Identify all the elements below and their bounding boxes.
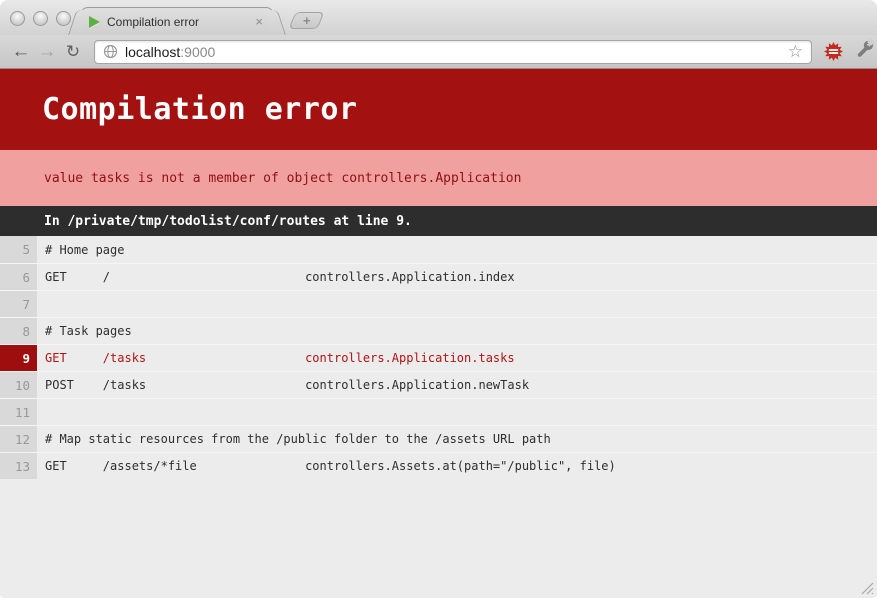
titlebar: Compilation error × + — [0, 0, 877, 35]
toolbar-actions — [824, 39, 875, 64]
line-number: 7 — [0, 291, 37, 317]
code-text: # Map static resources from the /public … — [37, 426, 877, 452]
browser-window: Compilation error × + ← → ↻ localhost:90… — [0, 0, 877, 598]
error-location: In /private/tmp/todolist/conf/routes at … — [44, 214, 412, 229]
code-text — [37, 399, 877, 425]
reload-button[interactable]: ↻ — [60, 43, 86, 60]
page-viewport: Compilation error value tasks is not a m… — [0, 69, 877, 598]
back-button[interactable]: ← — [8, 42, 34, 61]
code-text: # Home page — [37, 236, 877, 263]
close-window-button[interactable] — [10, 11, 25, 26]
line-number: 13 — [0, 453, 37, 479]
code-text: GET /assets/*file controllers.Assets.at(… — [37, 453, 877, 479]
code-text: # Task pages — [37, 318, 877, 344]
code-line: 13GET /assets/*file controllers.Assets.a… — [0, 452, 877, 479]
line-number: 8 — [0, 318, 37, 344]
page-title: Compilation error — [42, 92, 358, 127]
url-host: localhost — [125, 44, 180, 60]
navigation-toolbar: ← → ↻ localhost:9000 ☆ — [0, 35, 877, 69]
line-number: 10 — [0, 372, 37, 398]
error-location-bar: In /private/tmp/todolist/conf/routes at … — [0, 206, 877, 236]
globe-icon — [103, 44, 118, 59]
extension-badge-icon[interactable] — [824, 42, 843, 61]
window-controls — [10, 11, 71, 26]
line-number: 11 — [0, 399, 37, 425]
code-line: 7 — [0, 290, 877, 317]
window-resize-grip[interactable] — [859, 580, 874, 595]
bookmark-star-icon[interactable]: ☆ — [788, 43, 803, 60]
code-text: POST /tasks controllers.Application.newT… — [37, 372, 877, 398]
code-line: 5# Home page — [0, 236, 877, 263]
code-text: GET /tasks controllers.Application.tasks — [37, 345, 877, 371]
line-number: 6 — [0, 264, 37, 290]
zoom-window-button[interactable] — [56, 11, 71, 26]
code-line: 10POST /tasks controllers.Application.ne… — [0, 371, 877, 398]
line-number: 9 — [0, 345, 37, 371]
code-text — [37, 291, 877, 317]
url-port: :9000 — [180, 44, 215, 60]
new-tab-button[interactable]: + — [289, 12, 325, 29]
code-text: GET / controllers.Application.index — [37, 264, 877, 290]
play-favicon-icon — [89, 16, 100, 28]
address-bar[interactable]: localhost:9000 ☆ — [94, 40, 812, 64]
tab-close-icon[interactable]: × — [253, 15, 265, 28]
code-line: 9GET /tasks controllers.Application.task… — [0, 344, 877, 371]
code-listing: 5# Home page6GET / controllers.Applicati… — [0, 236, 877, 479]
code-line: 8# Task pages — [0, 317, 877, 344]
wrench-icon[interactable] — [855, 39, 875, 64]
error-header: Compilation error — [0, 69, 877, 150]
plus-icon: + — [303, 14, 311, 27]
code-line: 6GET / controllers.Application.index — [0, 263, 877, 290]
error-message-bar: value tasks is not a member of object co… — [0, 150, 877, 206]
tab-title: Compilation error — [107, 15, 253, 29]
line-number: 5 — [0, 236, 37, 263]
forward-button[interactable]: → — [34, 42, 60, 61]
code-line: 12# Map static resources from the /publi… — [0, 425, 877, 452]
code-line: 11 — [0, 398, 877, 425]
error-message: value tasks is not a member of object co… — [44, 171, 521, 186]
minimize-window-button[interactable] — [33, 11, 48, 26]
line-number: 12 — [0, 426, 37, 452]
tab-compilation-error[interactable]: Compilation error × — [80, 7, 274, 35]
